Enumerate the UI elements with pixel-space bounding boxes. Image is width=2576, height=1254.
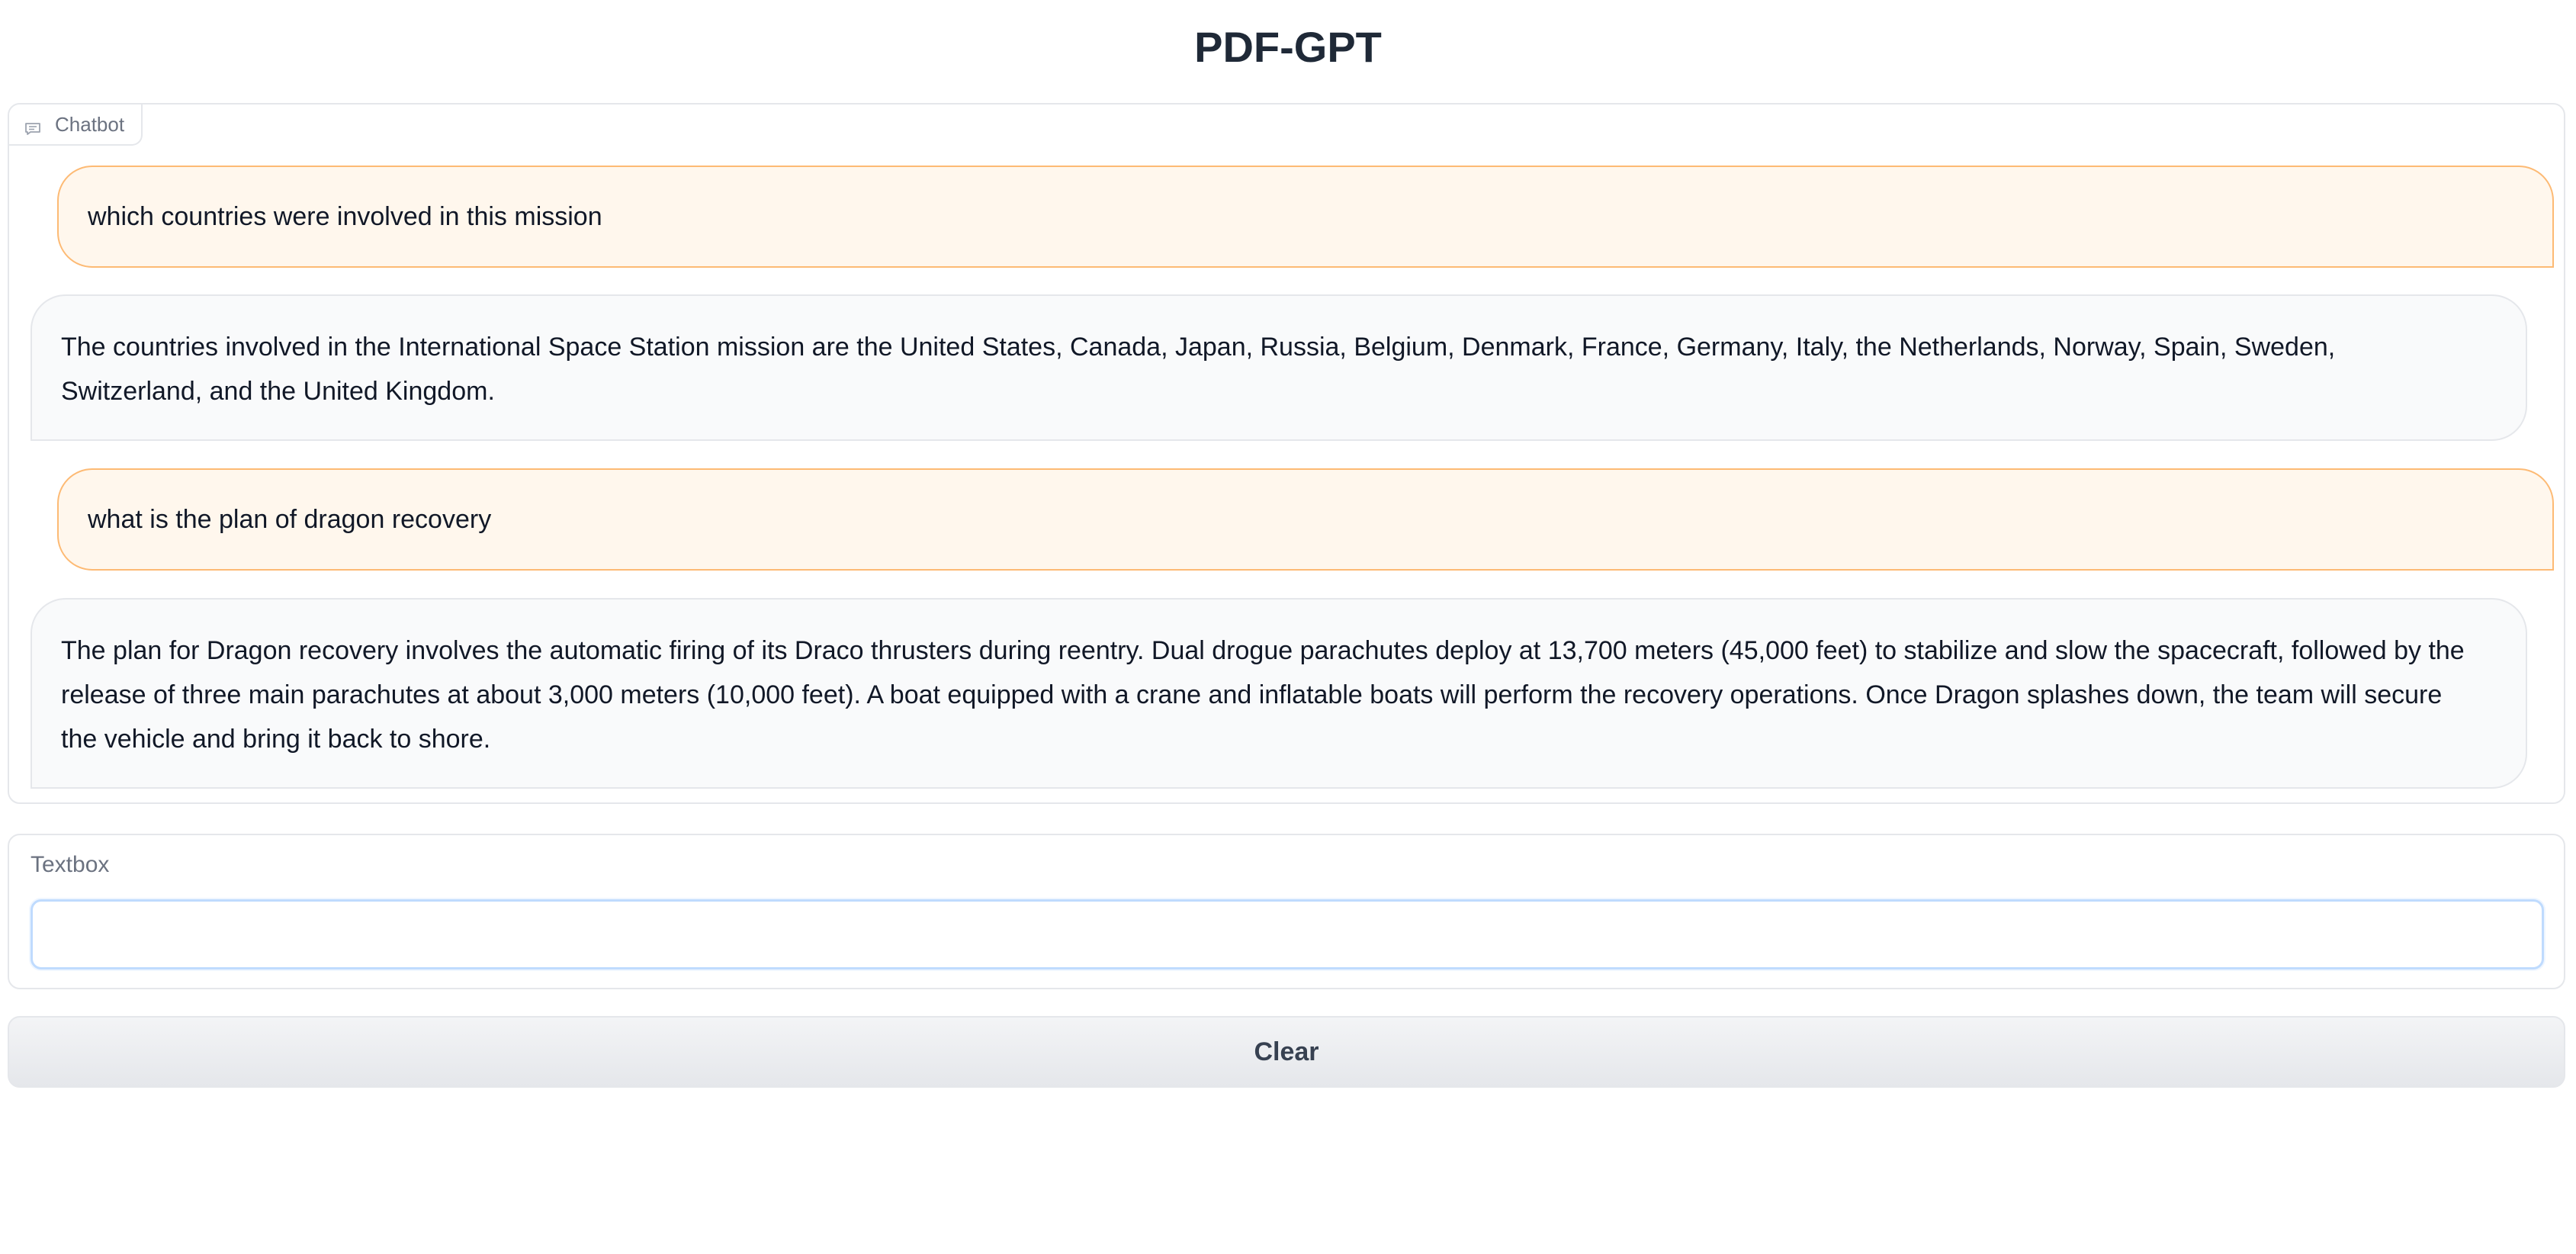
clear-button[interactable]: Clear [8, 1016, 2565, 1088]
chatbot-label-text: Chatbot [55, 112, 125, 136]
page-title: PDF-GPT [1194, 23, 1382, 71]
message-text: The plan for Dragon recovery involves th… [61, 636, 2465, 754]
message-text: what is the plan of dragon recovery [88, 505, 492, 534]
message-input[interactable] [31, 899, 2544, 969]
chatbot-label: Chatbot [9, 104, 143, 146]
message-text: The countries involved in the Internatio… [61, 333, 2336, 406]
user-message: which countries were involved in this mi… [57, 166, 2554, 268]
chatbot-panel: Chatbot which countries were involved in… [8, 103, 2565, 804]
bot-message: The plan for Dragon recovery involves th… [31, 598, 2527, 789]
bot-message: The countries involved in the Internatio… [31, 294, 2527, 441]
user-message: what is the plan of dragon recovery [57, 468, 2554, 571]
textbox-panel: Textbox [8, 834, 2565, 989]
message-text: which countries were involved in this mi… [88, 202, 602, 231]
chat-bubble-icon [24, 117, 41, 135]
textbox-label: Textbox [31, 852, 110, 877]
